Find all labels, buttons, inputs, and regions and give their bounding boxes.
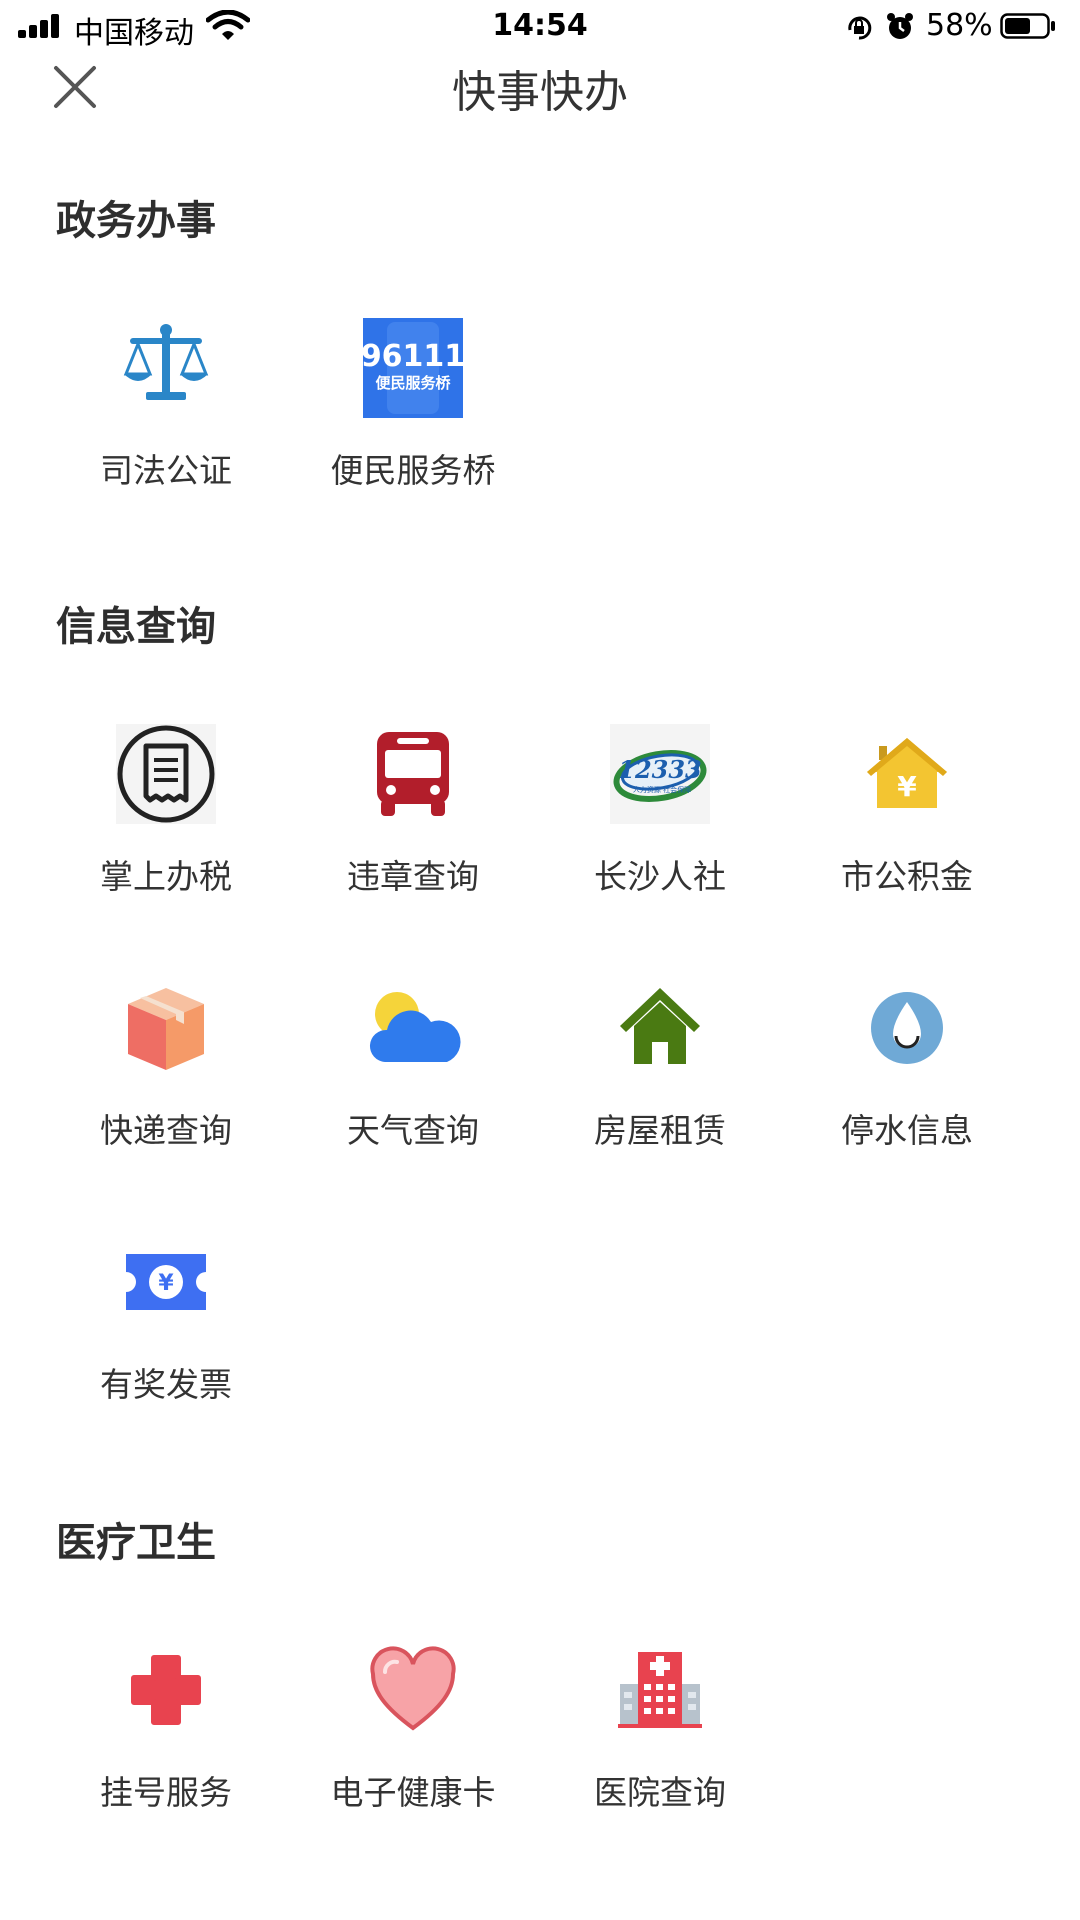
section-title-government: 政务办事	[56, 198, 216, 244]
12333-logo-icon: 12333 人力资源 社会保障	[610, 724, 710, 824]
item-house-rental[interactable]: 房屋租赁	[550, 978, 770, 1198]
receipt-icon	[116, 724, 216, 824]
item-label: 快递查询	[100, 1111, 232, 1150]
item-mobile-tax[interactable]: 掌上办税	[56, 724, 276, 944]
item-label: 市公积金	[841, 857, 973, 896]
item-label: 医院查询	[594, 1773, 726, 1812]
item-hospital-query[interactable]: 医院查询	[550, 1640, 770, 1860]
item-label: 便民服务桥	[330, 451, 496, 490]
item-traffic-violation[interactable]: 违章查询	[303, 724, 523, 944]
item-service-bridge[interactable]: 96111 便民服务桥 便民服务桥	[303, 318, 523, 538]
item-label: 有奖发票	[100, 1365, 232, 1404]
scales-icon	[116, 318, 216, 418]
item-prize-invoice[interactable]: ¥ 有奖发票	[56, 1232, 276, 1452]
item-label: 违章查询	[347, 857, 479, 896]
weather-icon	[363, 978, 463, 1078]
water-drop-icon	[857, 978, 957, 1078]
section-title-info-query: 信息查询	[56, 604, 216, 650]
status-bar: 中国移动 14:54 58%	[0, 0, 1080, 52]
item-label: 司法公证	[100, 451, 232, 490]
item-changsha-social-security[interactable]: 12333 人力资源 社会保障 长沙人社	[550, 724, 770, 944]
alarm-icon	[886, 12, 914, 42]
page-title: 快事快办	[452, 67, 628, 118]
item-label: 挂号服务	[100, 1773, 232, 1812]
item-health-card[interactable]: 电子健康卡	[303, 1640, 523, 1860]
item-water-outage[interactable]: 停水信息	[797, 978, 1017, 1198]
bus-icon	[363, 724, 463, 824]
item-weather-query[interactable]: 天气查询	[303, 978, 523, 1198]
yuan-symbol: ¥	[897, 770, 917, 803]
nav-bar: 快事快办	[0, 52, 1080, 118]
item-label: 停水信息	[841, 1111, 973, 1150]
service-bridge-icon: 96111 便民服务桥	[363, 318, 463, 418]
section-title-healthcare: 医疗卫生	[56, 1520, 216, 1566]
ticket-icon: ¥	[116, 1232, 216, 1332]
item-notary[interactable]: 司法公证	[56, 318, 276, 538]
item-label: 天气查询	[347, 1111, 479, 1150]
yuan-symbol: ¥	[158, 1271, 174, 1296]
item-registration[interactable]: 挂号服务	[56, 1640, 276, 1860]
item-label: 电子健康卡	[330, 1773, 496, 1812]
status-time: 14:54	[492, 8, 588, 43]
item-label: 掌上办税	[100, 857, 232, 896]
service-bridge-caption: 便民服务桥	[375, 374, 451, 392]
12333-caption: 人力资源 社会保障	[633, 785, 691, 794]
service-bridge-number: 96111	[363, 339, 463, 374]
medical-cross-icon	[116, 1640, 216, 1740]
home-icon	[610, 978, 710, 1078]
heart-icon	[363, 1640, 463, 1740]
battery-icon	[1000, 13, 1056, 39]
item-express-query[interactable]: 快递查询	[56, 978, 276, 1198]
item-label: 长沙人社	[594, 857, 726, 896]
battery-percent: 58%	[926, 8, 993, 43]
item-label: 房屋租赁	[594, 1111, 726, 1150]
hospital-icon	[610, 1640, 710, 1740]
package-icon	[116, 978, 216, 1078]
12333-number: 12333	[618, 755, 702, 784]
item-housing-fund[interactable]: ¥ 市公积金	[797, 724, 1017, 944]
rotation-lock-icon	[845, 14, 873, 42]
house-yuan-icon: ¥	[857, 724, 957, 824]
